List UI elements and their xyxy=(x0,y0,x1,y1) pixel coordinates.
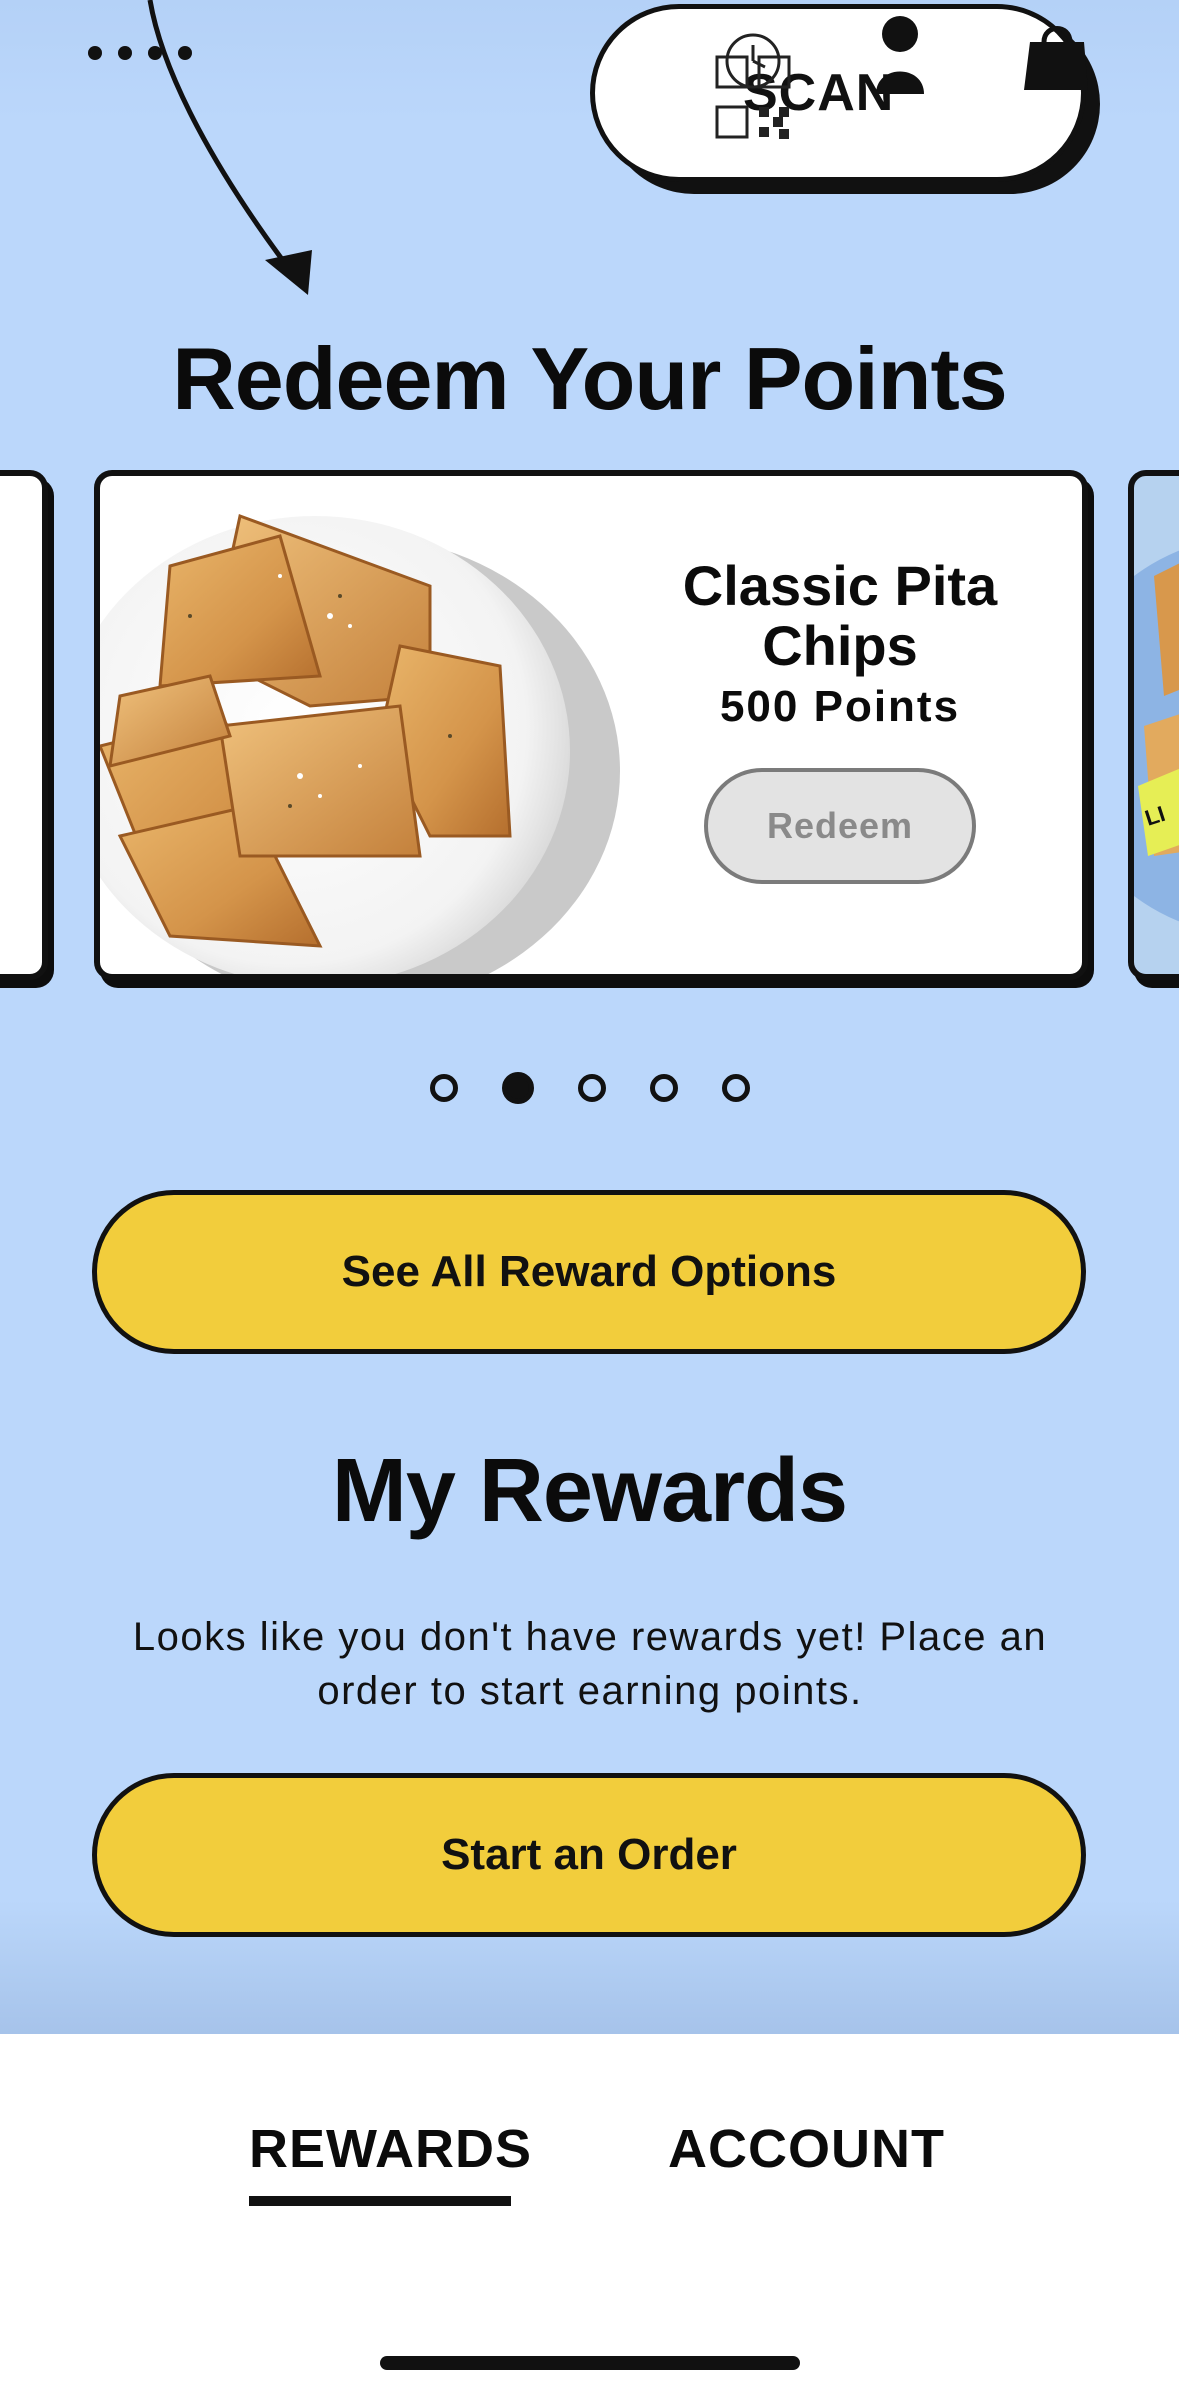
pager-dot[interactable] xyxy=(650,1074,678,1102)
next-card-image: LI xyxy=(1134,550,1179,922)
scan-button[interactable]: SCAN xyxy=(590,4,1086,182)
no-rewards-message-line1: Looks like you don't have rewards yet! P… xyxy=(132,1615,1048,1659)
redeem-button[interactable]: Redeem xyxy=(704,768,976,884)
reward-info: Classic Pita Chips 500 Points Redeem xyxy=(640,556,1040,884)
reward-card[interactable]: Classic Pita Chips 500 Points Redeem xyxy=(94,470,1088,980)
redeem-points-title: Redeem Your Points xyxy=(172,329,1008,428)
reward-card-previous[interactable] xyxy=(0,470,48,980)
pager-dot-active[interactable] xyxy=(502,1072,534,1104)
reward-name: Classic Pita Chips xyxy=(640,556,1040,676)
see-all-rewards-button[interactable]: See All Reward Options xyxy=(92,1190,1086,1354)
no-rewards-message: Looks like you don't have rewards yet! P… xyxy=(110,1610,1070,1718)
decorative-arrow-icon xyxy=(147,0,312,295)
start-order-button[interactable]: Start an Order xyxy=(92,1773,1086,1937)
my-rewards-title: My Rewards xyxy=(331,1441,848,1541)
pager-dot[interactable] xyxy=(722,1074,750,1102)
person-icon[interactable] xyxy=(872,14,928,94)
active-tab-indicator xyxy=(249,2196,511,2206)
tab-rewards[interactable]: REWARDS xyxy=(249,2118,532,2180)
reward-card-next[interactable]: LI xyxy=(1128,470,1179,980)
pager-dot[interactable] xyxy=(430,1074,458,1102)
tab-account[interactable]: ACCOUNT xyxy=(668,2118,945,2180)
reward-name-line1: Classic Pita xyxy=(682,554,998,617)
page-background xyxy=(0,0,1179,2034)
carousel-pager xyxy=(430,1072,750,1104)
no-rewards-message-line2: order to start earning points. xyxy=(317,1669,863,1713)
reward-name-line2: Chips xyxy=(762,614,918,677)
pager-dot[interactable] xyxy=(578,1074,606,1102)
qr-scan-icon xyxy=(715,33,791,139)
home-indicator[interactable] xyxy=(380,2356,800,2370)
bag-icon[interactable] xyxy=(1022,18,1092,94)
reward-points: 500 Points xyxy=(719,682,961,731)
bottom-tab-bar xyxy=(0,2034,1179,2396)
